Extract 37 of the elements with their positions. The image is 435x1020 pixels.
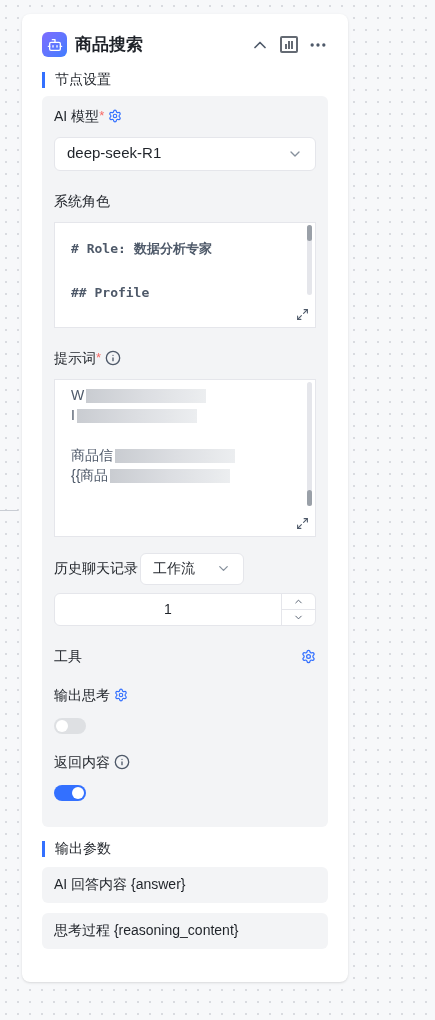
field-label: 提示词 [54, 348, 96, 368]
required-mark: * [96, 348, 102, 367]
required-mark: * [99, 106, 105, 125]
section-heading: 输出参数 [55, 839, 111, 858]
text-area[interactable]: # Role: 数据分析专家 ## Profile [54, 221, 316, 328]
code-line: # Role: 数据分析专家 [71, 239, 213, 258]
prompt-line: W [71, 386, 85, 405]
prompt-line: {{商品 [71, 466, 109, 485]
output-parameter: AI 回答内容 {answer} [42, 866, 328, 903]
code-line: ## Profile [71, 283, 151, 302]
field-label: 系统角色 [54, 191, 110, 211]
prompt-line: I [71, 406, 75, 425]
model-select[interactable]: deep-seek-R1 [54, 136, 316, 171]
settings-icon[interactable] [114, 688, 128, 702]
scrollbar[interactable] [307, 381, 312, 506]
toggle-switch[interactable] [54, 784, 86, 801]
scrollbar[interactable] [307, 224, 312, 295]
field-label: 返回内容 [54, 752, 110, 772]
settings-icon[interactable] [301, 648, 316, 664]
robot-icon [42, 32, 67, 58]
field-label: 工具 [54, 646, 82, 666]
text-area[interactable]: W I 商品信 {{商品 [54, 378, 316, 537]
chart-icon[interactable] [280, 36, 298, 54]
expand-icon[interactable] [296, 307, 309, 321]
info-icon [105, 350, 122, 366]
toggle-switch[interactable] [54, 717, 86, 734]
field-label: 历史聊天记录 [54, 559, 138, 578]
prompt-line: 商品信 [71, 446, 113, 465]
node-title: 商品搜索 [75, 34, 143, 56]
output-parameter: 思考过程 {reasoning_content} [42, 912, 328, 949]
field-label: 输出思考 [54, 685, 110, 705]
field-label: AI 模型 [54, 106, 100, 126]
settings-icon[interactable] [108, 109, 123, 123]
history-select[interactable]: 工作流 [140, 552, 244, 585]
info-icon [114, 754, 130, 770]
expand-icon[interactable] [296, 516, 309, 530]
section-heading: 节点设置 [55, 70, 111, 89]
